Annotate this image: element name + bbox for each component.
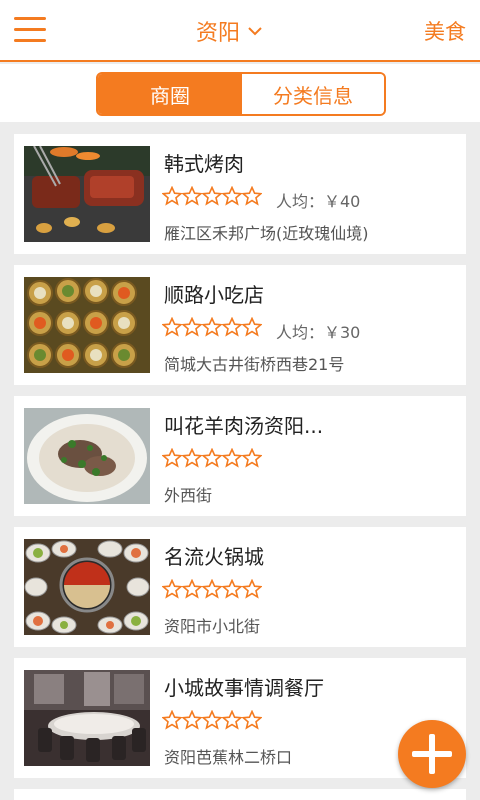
city-label: 资阳 <box>196 21 241 46</box>
segment-bar: 商圈 分类信息 <box>0 64 480 122</box>
rating-stars <box>162 448 262 468</box>
star-outline-icon <box>242 317 262 337</box>
average-price: 人均：￥40 <box>276 192 361 211</box>
restaurant-card[interactable]: 韩式烤肉 人均：￥40 雁江区禾邦广场(近玫瑰仙境) <box>14 134 466 254</box>
star-outline-icon <box>162 448 182 468</box>
rating-stars <box>162 186 262 206</box>
tab-category-info[interactable]: 分类信息 <box>242 74 384 114</box>
star-outline-icon <box>202 317 222 337</box>
star-outline-icon <box>222 710 242 730</box>
restaurant-card[interactable]: 顺路小吃店 人均：￥30 简城大古井街桥西巷21号 <box>14 265 466 385</box>
star-outline-icon <box>242 448 262 468</box>
tab-business-district[interactable]: 商圈 <box>98 74 242 114</box>
restaurant-name: 小城故事情调餐厅 <box>164 676 324 700</box>
star-outline-icon <box>222 448 242 468</box>
city-selector[interactable]: 资阳 <box>196 15 262 47</box>
lamb-soup-photo <box>24 408 150 504</box>
restaurant-address: 雁江区禾邦广场(近玫瑰仙境) <box>164 224 369 243</box>
star-outline-icon <box>182 710 202 730</box>
restaurant-name: 叫花羊肉汤资阳... <box>164 414 324 438</box>
average-price: 人均：￥30 <box>276 323 361 342</box>
star-outline-icon <box>222 186 242 206</box>
star-outline-icon <box>182 579 202 599</box>
add-button[interactable] <box>398 720 466 788</box>
star-outline-icon <box>162 186 182 206</box>
star-outline-icon <box>202 710 222 730</box>
restaurant-address: 资阳市小北街 <box>164 617 261 636</box>
rating-stars <box>162 317 262 337</box>
star-outline-icon <box>202 186 222 206</box>
chevron-down-icon <box>248 27 262 36</box>
category-button[interactable]: 美食 <box>424 16 466 46</box>
star-outline-icon <box>242 579 262 599</box>
rating-stars <box>162 710 262 730</box>
hotpot-photo <box>24 539 150 635</box>
star-outline-icon <box>222 579 242 599</box>
restaurant-card[interactable]: 名流火锅城 资阳市小北街 <box>14 527 466 647</box>
star-outline-icon <box>202 579 222 599</box>
dim-sum-photo <box>24 277 150 373</box>
restaurant-interior-photo <box>24 670 150 766</box>
top-bar: 资阳 美食 <box>0 0 480 62</box>
star-outline-icon <box>222 317 242 337</box>
star-outline-icon <box>182 186 202 206</box>
restaurant-address: 简城大古井街桥西巷21号 <box>164 355 345 374</box>
restaurant-name: 名流火锅城 <box>164 545 264 569</box>
star-outline-icon <box>182 448 202 468</box>
star-outline-icon <box>202 448 222 468</box>
star-outline-icon <box>242 186 262 206</box>
rating-stars <box>162 579 262 599</box>
segment-control: 商圈 分类信息 <box>96 72 386 116</box>
restaurant-name: 韩式烤肉 <box>164 152 244 176</box>
star-outline-icon <box>162 317 182 337</box>
restaurant-card[interactable]: 叫花羊肉汤资阳... 外西街 <box>14 396 466 516</box>
restaurant-address: 资阳芭蕉林二桥口 <box>164 748 293 767</box>
hamburger-menu-icon[interactable] <box>14 17 48 43</box>
star-outline-icon <box>182 317 202 337</box>
restaurant-name: 顺路小吃店 <box>164 283 264 307</box>
star-outline-icon <box>242 710 262 730</box>
restaurant-address: 外西街 <box>164 486 213 505</box>
star-outline-icon <box>162 579 182 599</box>
grilled-meat-photo <box>24 146 150 242</box>
star-outline-icon <box>162 710 182 730</box>
restaurant-card-partial[interactable] <box>14 789 466 800</box>
